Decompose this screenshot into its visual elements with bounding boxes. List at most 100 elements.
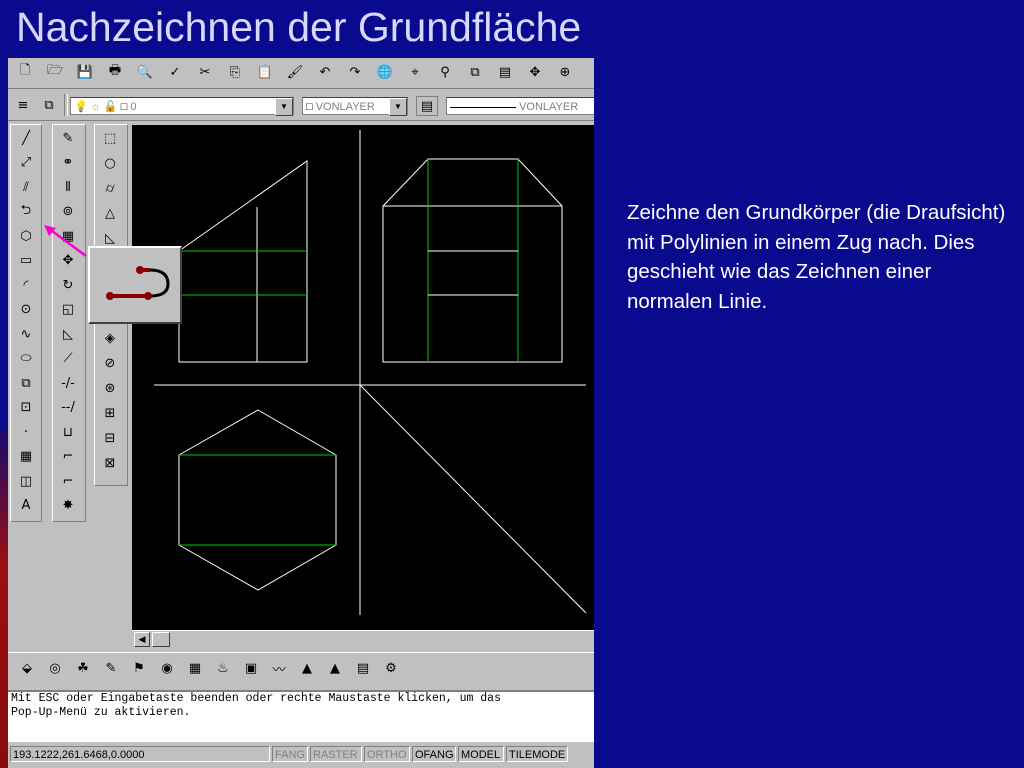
ellipse-icon[interactable]: ⬭ (14, 348, 38, 370)
line-icon[interactable]: ╱ (14, 127, 38, 149)
match-properties-icon[interactable]: 🖌 (284, 61, 306, 83)
display-order-icon[interactable]: ⧉ (464, 61, 486, 83)
shade-icon[interactable]: ⬙ (16, 657, 38, 679)
command-line[interactable]: Mit ESC oder Eingabetaste beenden oder r… (8, 690, 594, 742)
copy-icon[interactable]: ⎘ (224, 61, 246, 83)
interfere-icon[interactable]: ⊛ (98, 377, 122, 399)
tilemode-toggle[interactable]: TILEMODE (506, 746, 568, 762)
construction-line-icon[interactable]: ⤢ (14, 152, 38, 174)
modify-toolbar: ✎ ⚭ ⫴ ⊚ ▦ ✥ ↻ ◱ ◺ ⟋ -/- --/⊔ ⌐ ⌐ ✸ (52, 124, 86, 522)
lengthen-icon[interactable]: ⟋ (56, 348, 80, 370)
landscape-new-icon[interactable]: 〰 (268, 657, 290, 679)
setup-view-icon[interactable]: ⊞ (98, 402, 122, 424)
materials-icon[interactable]: ⚑ (128, 657, 150, 679)
trim-icon[interactable]: -/- (56, 372, 80, 394)
insert-block-icon[interactable]: ⧉ (14, 372, 38, 394)
chevron-down-icon[interactable]: ▼ (389, 98, 407, 116)
section-icon[interactable]: ⊘ (98, 352, 122, 374)
point-icon[interactable]: · (14, 421, 38, 443)
explode-icon[interactable]: ✸ (56, 495, 80, 517)
model-toggle[interactable]: MODEL (458, 746, 504, 762)
layers-icon[interactable]: ≡ (12, 94, 34, 116)
break-icon[interactable]: ⊔ (56, 421, 80, 443)
chevron-down-icon[interactable]: ▼ (275, 98, 293, 116)
box-icon[interactable]: ⬚ (98, 127, 122, 149)
cone-icon[interactable]: △ (98, 202, 122, 224)
text-icon[interactable]: A (14, 495, 38, 517)
print-icon[interactable]: 🖶 (104, 61, 126, 83)
cylinder-icon[interactable]: ⌭ (98, 177, 122, 199)
statistics-icon[interactable]: ⚙ (380, 657, 402, 679)
sphere-icon[interactable]: ○ (98, 152, 122, 174)
slice-icon[interactable]: ◈ (98, 327, 122, 349)
cut-icon[interactable]: ✂ (194, 61, 216, 83)
mapping-icon[interactable]: ▦ (184, 657, 206, 679)
scroll-left-icon[interactable]: ◀ (134, 632, 150, 647)
offset-icon[interactable]: ⊚ (56, 201, 80, 223)
background-icon[interactable]: ♨ (212, 657, 234, 679)
decorative-strip (0, 430, 8, 768)
lights-icon[interactable]: ✎ (100, 657, 122, 679)
make-object-layer-current-icon[interactable]: ⧉ (38, 94, 60, 116)
drawing-canvas[interactable] (132, 125, 594, 630)
region-icon[interactable]: ◫ (14, 470, 38, 492)
render-preferences-icon[interactable]: ▤ (352, 657, 374, 679)
ortho-toggle[interactable]: ORTHO (364, 746, 410, 762)
grid-toggle[interactable]: RASTER (310, 746, 362, 762)
copy-object-icon[interactable]: ⚭ (56, 152, 80, 174)
draw-order-icon[interactable]: ▤ (494, 61, 516, 83)
scale-icon[interactable]: ◱ (56, 299, 80, 321)
polyline-icon[interactable]: ⮌ (14, 201, 38, 223)
layer-toolbar: ≡ ⧉ 💡 ☼ 🔓 □ 0 ▼ □ VONLAYER ▼ ▤ VONLAYER (8, 90, 594, 121)
autocad-window: 🗋 🗁 💾 🖶 🔍 ✓ ✂ ⎘ 📋 🖌 ↶ ↷ 🌐 ⌖ ⚲ ⧉ ▤ ✥ ⊕ ≡ ⧉ 💡 ☼ 🔓 □ 0 ▼ □ VO… (8, 58, 594, 768)
print-preview-icon[interactable]: 🔍 (134, 61, 156, 83)
zoom-icon[interactable]: ⊕ (554, 61, 576, 83)
circle-icon[interactable]: ⊙ (14, 299, 38, 321)
materials-library-icon[interactable]: ◉ (156, 657, 178, 679)
spellcheck-icon[interactable]: ✓ (164, 61, 186, 83)
scenes-icon[interactable]: ☘ (72, 657, 94, 679)
polygon-icon[interactable]: ⬡ (14, 225, 38, 247)
save-icon[interactable]: 💾 (74, 61, 96, 83)
new-icon[interactable]: 🗋 (14, 61, 36, 83)
tracking-icon[interactable]: ⌖ (404, 61, 426, 83)
mirror-icon[interactable]: ⫴ (56, 176, 80, 198)
setup-drawing-icon[interactable]: ⊟ (98, 427, 122, 449)
setup-profile-icon[interactable]: ⊠ (98, 452, 122, 474)
hyperlink-icon[interactable]: 🌐 (374, 61, 396, 83)
multiline-icon[interactable]: ⫽ (14, 176, 38, 198)
rotate-icon[interactable]: ↻ (56, 274, 80, 296)
open-icon[interactable]: 🗁 (44, 61, 66, 83)
color-dropdown[interactable]: □ VONLAYER ▼ (302, 97, 408, 116)
snap-toggle[interactable]: FANG (272, 746, 308, 762)
extend-icon[interactable]: --/ (56, 397, 80, 419)
command-line-text: Mit ESC oder Eingabetaste beenden oder r… (11, 692, 501, 705)
linetype-icon[interactable]: ▤ (416, 96, 438, 116)
scroll-thumb[interactable] (152, 632, 170, 647)
render-icon[interactable]: ◎ (44, 657, 66, 679)
layer-dropdown[interactable]: 💡 ☼ 🔓 □ 0 ▼ (70, 97, 294, 116)
drawing-geometry (154, 130, 587, 615)
osnap-toggle[interactable]: OFANG (412, 746, 456, 762)
spline-icon[interactable]: ∿ (14, 323, 38, 345)
landscape-edit-icon[interactable]: ▲ (296, 657, 318, 679)
snap-icon[interactable]: ⚲ (434, 61, 456, 83)
freeze-icon: ☼ (90, 101, 101, 113)
chamfer-icon[interactable]: ⌐ (56, 446, 80, 468)
linetype-dropdown[interactable]: VONLAYER (446, 97, 594, 115)
paste-icon[interactable]: 📋 (254, 61, 276, 83)
rectangle-icon[interactable]: ▭ (14, 250, 38, 272)
arc-icon[interactable]: ◜ (14, 274, 38, 296)
diagonal-line (359, 384, 587, 614)
hatch-icon[interactable]: ▦ (14, 446, 38, 468)
make-block-icon[interactable]: ⊡ (14, 397, 38, 419)
redo-icon[interactable]: ↷ (344, 61, 366, 83)
horizontal-scrollbar[interactable]: ◀ (132, 630, 594, 647)
fillet-icon[interactable]: ⌐ (56, 470, 80, 492)
stretch-icon[interactable]: ◺ (56, 323, 80, 345)
pan-icon[interactable]: ✥ (524, 61, 546, 83)
undo-icon[interactable]: ↶ (314, 61, 336, 83)
fog-icon[interactable]: ▣ (240, 657, 262, 679)
erase-icon[interactable]: ✎ (56, 127, 80, 149)
landscape-library-icon[interactable]: ▲ (324, 657, 346, 679)
